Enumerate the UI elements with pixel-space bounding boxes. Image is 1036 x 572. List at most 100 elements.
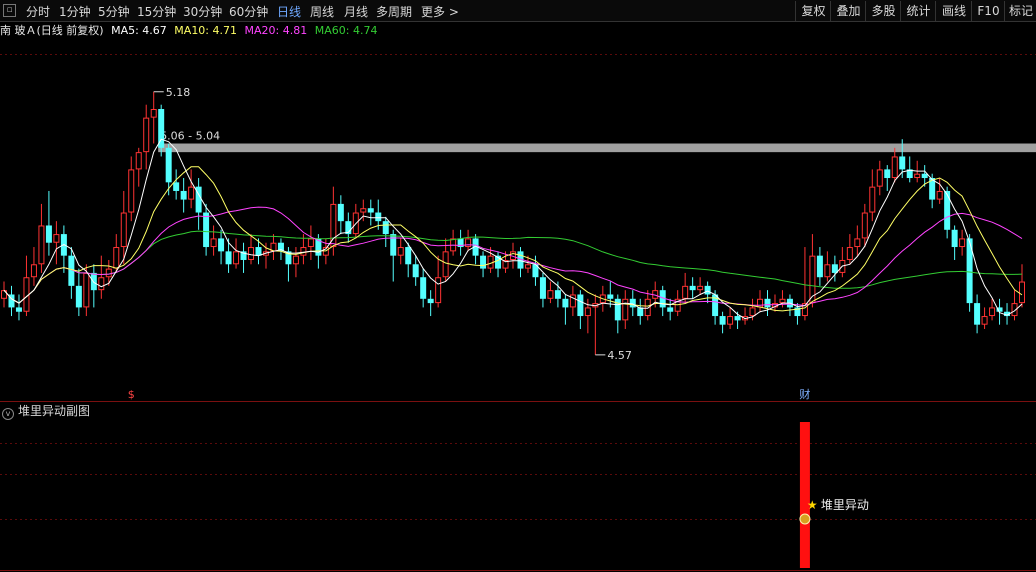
candle-body [487,255,494,269]
candle-body [218,238,225,252]
candle-body [876,169,883,187]
sub-panel-title: 堆里异动副图 [18,404,91,418]
candle-body [667,307,674,312]
candle-body [554,290,561,299]
candle-body [861,212,868,239]
candle-body [397,247,404,256]
candle-body [734,316,741,321]
candle-body [435,277,442,304]
candle-body [622,298,629,321]
candle-body [959,238,966,248]
low-label: 4.57 [607,349,632,362]
candle-body [539,277,546,299]
candle-body [15,307,22,312]
candle-body [135,152,142,170]
candle-body [53,234,60,243]
candle-body [83,272,90,308]
candle-body [824,264,831,278]
candle-body [300,247,307,256]
candle-body [689,285,696,291]
coin-icon [799,513,811,525]
candle-body [45,225,52,243]
candle-body [105,268,112,278]
candle-body [120,212,127,248]
candle-body [697,285,704,291]
candle-body [944,190,951,230]
candle-body [562,298,569,308]
candle-body [143,117,150,153]
signal-bar [799,422,810,568]
candle-body [974,303,981,325]
candle-body [173,182,180,191]
candle-body [727,316,734,325]
candle-body [629,298,636,308]
candle-body [921,173,928,179]
band-label: 5.06 - 5.04 [160,130,220,143]
candle-body [524,264,531,269]
candle-body [113,247,120,269]
candle-body [292,255,299,265]
candle-body [248,247,255,260]
candle-body [337,203,344,222]
candle-body [779,298,786,304]
candle-body [1019,281,1025,304]
finance-icon: 财 [799,387,810,401]
candle-body [233,251,240,265]
candle-body [180,190,187,200]
candle-body [989,307,996,317]
candle-body [307,238,314,248]
collapse-icon[interactable]: v [2,408,14,420]
candle-body [98,277,105,291]
candle-body [719,316,726,325]
candle-body [30,264,37,278]
kline-chart[interactable]: 5.06 - 5.04 5.18 4.57 $ 财 ★ 堆里异动 [0,0,1036,572]
candle-body [38,225,45,265]
candle-body [480,255,487,269]
candle-body [442,251,449,278]
price-band [158,143,1036,153]
sub-panel-header: v 堆里异动副图 [0,403,90,420]
candle-body [367,208,374,213]
candle-body [390,234,397,256]
candle-body [225,251,232,265]
candle-body [210,238,217,248]
candle-body [360,208,367,213]
candle-body [846,247,853,260]
candle-body [420,277,427,299]
signal-label: 堆里异动 [821,498,869,512]
candle-body [899,156,906,170]
candle-body [682,285,689,299]
candle-body [914,173,921,179]
high-label: 5.18 [166,86,191,99]
candle-body [764,298,771,308]
candle-body [577,294,584,317]
candle-body [412,264,419,278]
candle-body [427,298,434,304]
candle-body [854,238,861,248]
candle-body [165,147,172,183]
candle-body [607,294,614,299]
candle-body [891,156,898,179]
candle-body [375,212,382,222]
candle-body [884,169,891,179]
star-icon: ★ [807,498,818,512]
candle-body [128,169,135,213]
candle-body [382,221,389,235]
candle-body [584,307,591,317]
candle-body [704,285,711,295]
candle-body [816,255,823,278]
candle-body [255,247,262,256]
candle-body [749,307,756,317]
dollar-icon: $ [128,388,135,401]
candle-body [465,238,472,248]
candle-body [951,229,958,248]
candle-body [547,290,554,299]
candle-body [203,212,210,248]
candle-body [188,186,195,200]
candle-body [869,186,876,213]
candle-body [405,247,412,265]
candle-body [936,190,943,200]
candle-body [150,109,157,118]
candle-body [981,316,988,325]
ma5-line [3,138,1023,320]
